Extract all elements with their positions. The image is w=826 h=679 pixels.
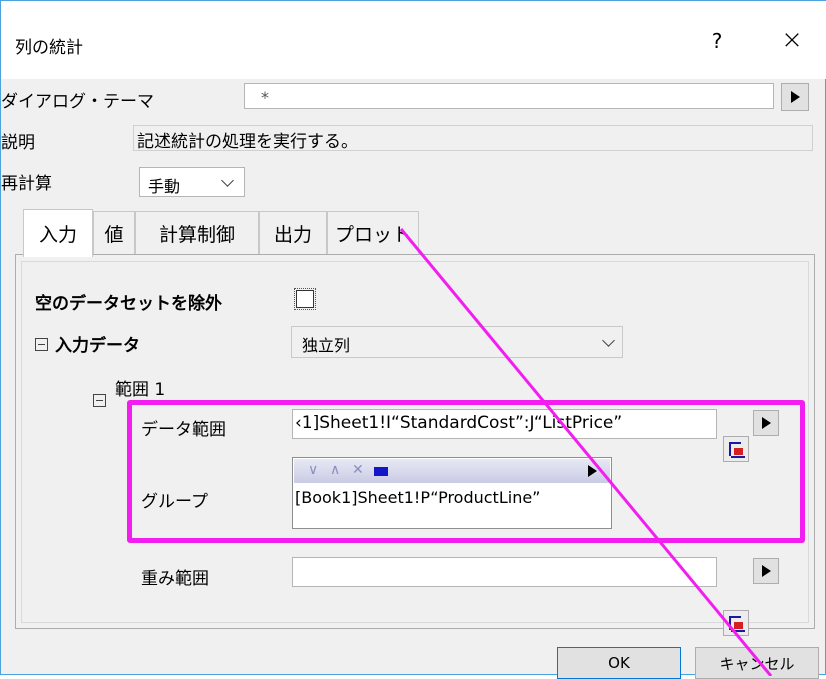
weight-range-label: 重み範囲 (141, 569, 209, 589)
weight-range-input[interactable] (292, 557, 717, 587)
arrow-right-icon (790, 91, 800, 103)
description-field: 記述統計の処理を実行する。 (133, 125, 813, 152)
tab-plot[interactable]: プロット (327, 211, 419, 255)
tab-input[interactable]: 入力 (23, 209, 93, 257)
dialog-window: 列の統計 ? × ダイアログ・テーマ * 説明 記述統計の処理を実行する。 再計… (0, 0, 826, 679)
title-bar (1, 1, 826, 79)
dropdown-chevron-icon (602, 334, 615, 347)
ok-button[interactable]: OK (557, 647, 681, 679)
dialog-title: 列の統計 (15, 38, 83, 58)
recalc-select[interactable]: 手動 (139, 167, 245, 197)
range-label: 範囲 1 (115, 380, 166, 400)
recalc-value: 手動 (148, 177, 181, 196)
exclude-empty-label: 空のデータセットを除外 (35, 294, 222, 314)
arrow-right-icon (761, 565, 771, 577)
collapse-tree-icon[interactable] (35, 338, 48, 351)
tab-calc-control[interactable]: 計算制御 (135, 211, 259, 255)
description-label: 説明 (1, 133, 35, 153)
tab-value[interactable]: 値 (93, 211, 135, 255)
highlight-box (127, 400, 805, 543)
recalc-label: 再計算 (1, 174, 52, 194)
help-icon[interactable]: ? (707, 29, 727, 53)
theme-arrow-button[interactable] (781, 83, 809, 111)
input-data-select[interactable]: 独立列 (291, 326, 623, 358)
description-text: 記述統計の処理を実行する。 (137, 132, 358, 152)
input-data-value: 独立列 (302, 336, 351, 355)
dropdown-chevron-icon (221, 174, 234, 187)
exclude-empty-checkbox[interactable] (294, 288, 316, 310)
cancel-button[interactable]: キャンセル (695, 647, 819, 679)
collapse-tree-icon[interactable] (93, 394, 106, 407)
theme-input[interactable]: * (244, 83, 774, 109)
weight-range-arrow-button[interactable] (753, 558, 779, 584)
close-icon[interactable]: × (777, 25, 807, 55)
theme-label: ダイアログ・テーマ (1, 92, 154, 112)
range-select-icon[interactable] (723, 610, 749, 636)
input-data-label: 入力データ (55, 336, 140, 356)
tab-output[interactable]: 出力 (259, 211, 327, 255)
